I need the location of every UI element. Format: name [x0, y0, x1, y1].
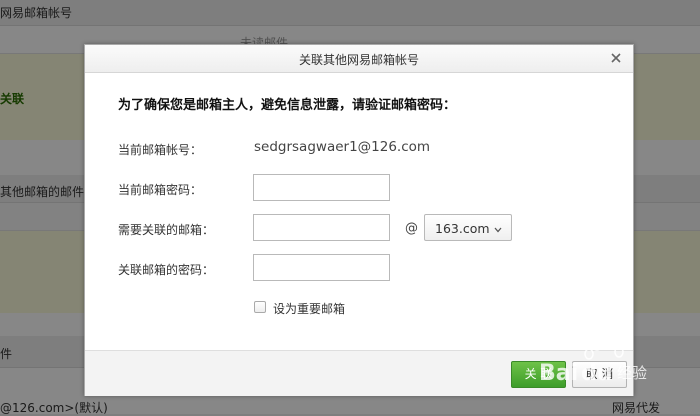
current-password-input[interactable] [253, 174, 390, 201]
link-mailbox-label: 需要关联的邮箱： [118, 223, 215, 237]
close-icon[interactable] [608, 49, 624, 67]
link-password-label: 关联邮箱的密码： [118, 263, 215, 277]
dialog-heading: 为了确保您是邮箱主人，避免信息泄露，请验证邮箱密码： [118, 98, 457, 113]
domain-select-value: 163.com [435, 221, 490, 236]
cancel-button[interactable]: 取 消 [572, 361, 627, 388]
link-mailbox-dialog: 关联其他网易邮箱帐号 为了确保您是邮箱主人，避免信息泄露，请验证邮箱密码： 当前… [84, 44, 634, 396]
link-button[interactable]: 关 联 [511, 361, 566, 388]
domain-select[interactable]: 163.com [424, 214, 512, 241]
important-mailbox-checkbox[interactable] [254, 301, 266, 313]
link-password-input[interactable] [253, 254, 390, 281]
current-account-label: 当前邮箱帐号： [118, 143, 203, 157]
dialog-title: 关联其他网易邮箱帐号 [298, 53, 419, 67]
dialog-header: 关联其他网易邮箱帐号 [85, 45, 633, 73]
important-mailbox-label[interactable]: 设为重要邮箱 [273, 300, 345, 317]
current-account-value: sedgrsagwaer1@126.com [254, 139, 431, 155]
at-sign: @ [405, 221, 418, 236]
link-mailbox-input[interactable] [253, 214, 390, 241]
dialog-footer: 关 联 取 消 [85, 350, 633, 396]
current-password-label: 当前邮箱密码： [118, 183, 203, 197]
chevron-down-icon [494, 222, 502, 233]
